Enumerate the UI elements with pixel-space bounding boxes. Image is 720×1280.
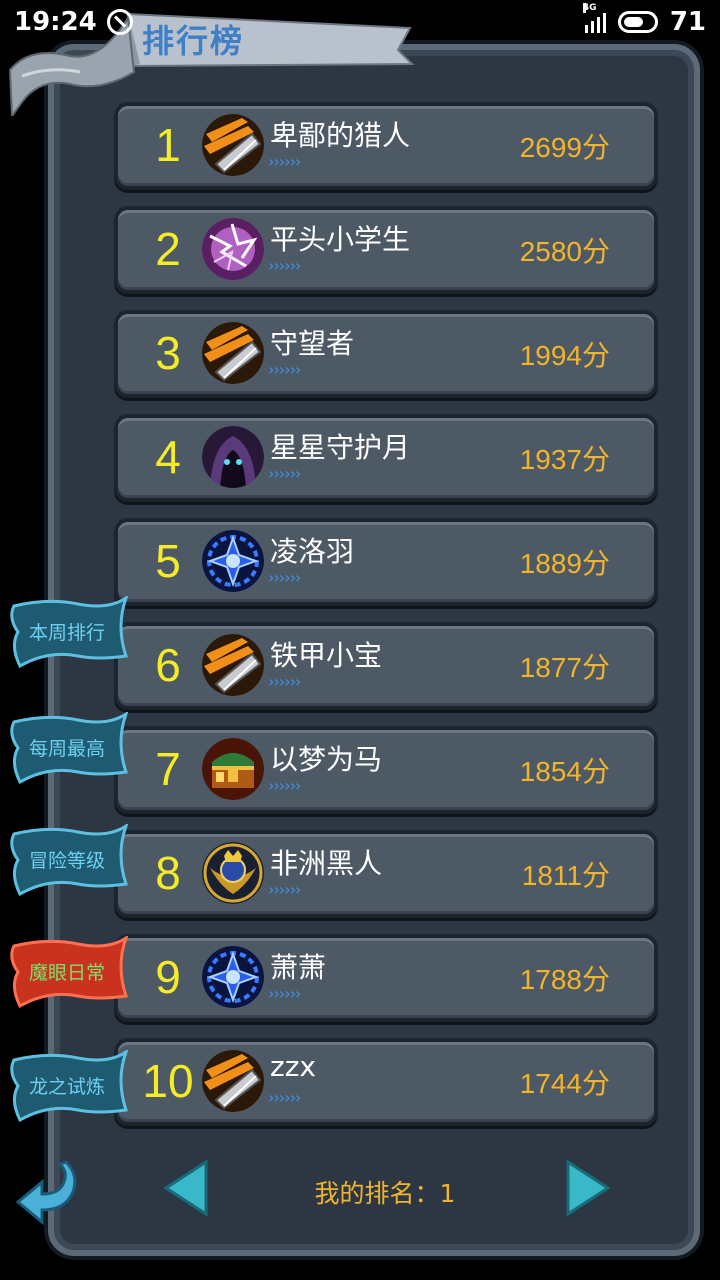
rank-row[interactable]: 6 铁甲小宝 ›››››› 1877分	[114, 622, 658, 710]
player-name: 以梦为马	[270, 743, 383, 776]
tab-magic-eye-daily[interactable]: 魔眼日常	[8, 936, 128, 1008]
rank-number: 3	[155, 327, 181, 379]
page-title: 排行榜	[142, 22, 245, 60]
blade-icon	[202, 1050, 264, 1112]
previous-page-button[interactable]	[163, 1159, 208, 1217]
player-name: 非洲黑人	[270, 847, 383, 880]
rank-number: 2	[155, 223, 181, 275]
rank-number: 7	[155, 743, 181, 795]
player-score: 1877分	[519, 652, 610, 683]
rank-row[interactable]: 3 守望者 ›››››› 1994分	[114, 310, 658, 398]
tab-weekly-best[interactable]: 每周最高	[8, 712, 128, 784]
chevrons-icon: ››››››	[268, 360, 301, 379]
player-score: 1788分	[519, 964, 610, 995]
chevrons-icon: ››››››	[268, 1088, 301, 1107]
tab-weekly-ranking[interactable]: 本周排行	[8, 596, 128, 668]
back-arrow-icon[interactable]	[15, 1156, 80, 1226]
my-rank: 我的排名：1	[314, 1179, 456, 1208]
rank-number: 6	[155, 639, 181, 691]
tab-label: 魔眼日常	[28, 962, 105, 984]
rank-list: 1 卑鄙的猎人 ›››››› 2699分 2 平头小学生 ›››››› 2580…	[114, 102, 658, 1142]
tab-label: 每周最高	[28, 738, 105, 760]
player-score: 1994分	[519, 340, 610, 371]
player-score: 1854分	[519, 756, 610, 787]
treasure-chest-icon	[202, 738, 264, 800]
next-page-button[interactable]	[566, 1159, 611, 1217]
crown-emblem-icon	[202, 842, 264, 904]
rank-number: 4	[155, 431, 181, 483]
tab-label: 龙之试炼	[28, 1076, 105, 1098]
player-name: zzx	[270, 1050, 316, 1083]
player-score: 1937分	[519, 444, 610, 475]
hooded-figure-icon	[202, 426, 264, 488]
player-name: 萧萧	[270, 951, 327, 984]
chevrons-icon: ››››››	[268, 568, 301, 587]
rank-row[interactable]: 9 萧萧 ›››››› 1788分	[114, 934, 658, 1022]
player-name: 守望者	[270, 327, 355, 360]
chevrons-icon: ››››››	[268, 880, 301, 899]
blade-icon	[202, 634, 264, 696]
signal-icon: 4G	[582, 3, 606, 33]
network-type: 4G	[582, 3, 597, 13]
chevrons-icon: ››››››	[268, 672, 301, 691]
rank-number: 9	[155, 951, 181, 1003]
player-name: 平头小学生	[270, 223, 411, 256]
chevrons-icon: ››››››	[268, 256, 301, 275]
rank-row[interactable]: 5 凌洛羽 ›››››› 1889分	[114, 518, 658, 606]
blade-icon	[202, 322, 264, 384]
chevrons-icon: ››››››	[268, 152, 301, 171]
player-score: 2580分	[519, 236, 610, 267]
chevrons-icon: ››››››	[268, 776, 301, 795]
player-name: 凌洛羽	[270, 535, 355, 568]
blade-icon	[202, 114, 264, 176]
do-not-disturb-icon	[106, 9, 133, 35]
rank-number: 1	[155, 119, 181, 171]
rank-number: 8	[155, 847, 181, 899]
player-name: 铁甲小宝	[270, 639, 383, 672]
chevrons-icon: ››››››	[268, 984, 301, 1003]
player-score: 1744分	[519, 1068, 610, 1099]
status-right: 4G 71	[582, 3, 706, 37]
rank-row[interactable]: 8 非洲黑人 ›››››› 1811分	[114, 830, 658, 918]
chevrons-icon: ››››››	[268, 464, 301, 483]
player-score: 1811分	[521, 860, 610, 891]
rank-row[interactable]: 4 星星守护月 ›››››› 1937分	[114, 414, 658, 502]
tab-label: 本周排行	[28, 622, 105, 644]
rank-number: 5	[155, 535, 181, 587]
rank-row[interactable]: 2 平头小学生 ›››››› 2580分	[114, 206, 658, 294]
rank-row[interactable]: 10 zzx ›››››› 1744分	[114, 1038, 658, 1126]
player-name: 星星守护月	[270, 431, 411, 464]
battery-level: 71	[669, 7, 706, 37]
battery-icon	[617, 11, 658, 33]
player-name: 卑鄙的猎人	[270, 119, 411, 152]
rank-row[interactable]: 7 以梦为马 ›››››› 1854分	[114, 726, 658, 814]
blue-rune-icon	[202, 946, 264, 1008]
status-bar: 19:24 4G 71	[0, 0, 720, 44]
player-score: 2699分	[519, 132, 610, 163]
lightning-icon	[202, 218, 264, 280]
tab-label: 冒险等级	[28, 850, 105, 872]
tab-dragon-trial[interactable]: 龙之试炼	[8, 1050, 128, 1122]
rank-number: 10	[142, 1055, 194, 1107]
status-time: 19:24	[14, 7, 97, 37]
blue-rune-icon	[202, 530, 264, 592]
tab-adventure-level[interactable]: 冒险等级	[8, 824, 128, 896]
player-score: 1889分	[519, 548, 610, 579]
